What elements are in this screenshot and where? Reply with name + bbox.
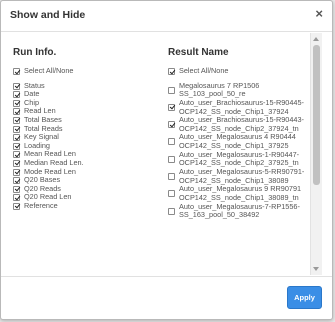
result-name-item[interactable]: Auto_user_Megalosaurus 4 R90444 OCP142_SS…	[168, 133, 320, 150]
checkbox-icon[interactable]	[13, 168, 20, 176]
checkbox-icon[interactable]	[168, 190, 175, 198]
result-name-item[interactable]: Auto_user_Megalosaurus-5-RR90791- OCP142_…	[168, 167, 320, 185]
checkbox-icon[interactable]	[13, 151, 20, 159]
checkbox-icon[interactable]	[168, 121, 175, 129]
checkbox-icon[interactable]	[13, 68, 20, 75]
scroll-up-arrow-icon[interactable]	[313, 37, 319, 41]
result-name-item-label: Auto_user_Megalosaurus-5-RR90791- OCP142_…	[179, 167, 304, 185]
result-name-list: Select All/None Megalosaurus 7 RP1506 SS_…	[168, 66, 320, 220]
apply-button[interactable]: Apply	[287, 286, 322, 309]
checkbox-icon[interactable]	[13, 82, 20, 90]
checkbox-icon[interactable]	[13, 116, 20, 124]
checkbox-icon[interactable]	[13, 202, 20, 210]
scroll-down-arrow-icon[interactable]	[313, 267, 319, 271]
checkbox-icon[interactable]	[168, 68, 175, 75]
checkbox-icon[interactable]	[13, 134, 20, 142]
checkbox-icon[interactable]	[168, 138, 175, 146]
run-info-item[interactable]: Reference	[13, 200, 161, 211]
result-name-item[interactable]: Auto_user_Megalosaurus 9 RR90791 OCP142_S…	[168, 185, 320, 202]
checkbox-icon[interactable]	[13, 177, 20, 185]
checkbox-icon[interactable]	[168, 103, 175, 111]
checkbox-icon[interactable]	[13, 125, 20, 133]
result-name-item[interactable]: Auto_user_Megalosaurus-1-R90447- OCP142_S…	[168, 150, 320, 168]
checkbox-icon[interactable]	[168, 207, 175, 215]
checkbox-icon[interactable]	[168, 155, 175, 163]
select-all-label: Select All/None	[179, 66, 229, 75]
scrollbar-thumb[interactable]	[313, 45, 320, 185]
show-hide-dialog: Show and Hide × Run Info. Result Name Se…	[0, 0, 333, 320]
dialog-header: Show and Hide ×	[1, 1, 332, 32]
result-name-item[interactable]: Megalosaurus 7 RP1506 SS_103_pool_50_re	[168, 81, 320, 99]
result-name-title: Result Name	[168, 47, 229, 58]
result-name-item[interactable]: Auto_user_Brachiosaurus-15-R90445- OCP142…	[168, 98, 320, 116]
dialog-title: Show and Hide	[10, 9, 86, 21]
checkbox-icon[interactable]	[168, 173, 175, 181]
result-name-item[interactable]: Auto_user_Megalosaurus-7-RP1556- SS_163_p…	[168, 202, 320, 220]
run-info-list: Select All/None Status Date Chip Read Len To…	[13, 66, 161, 211]
result-name-item-label: Auto_user_Brachiosaurus-15-R90443- OCP142…	[179, 115, 304, 133]
result-name-item-label: Auto_user_Megalosaurus 9 RR90791 OCP142_S…	[179, 185, 301, 202]
result-name-select-all[interactable]: Select All/None	[168, 66, 320, 76]
result-name-item[interactable]: Auto_user_Brachiosaurus-15-R90443- OCP142…	[168, 115, 320, 133]
checkbox-icon[interactable]	[13, 99, 20, 107]
dialog-body: Run Info. Result Name Select All/None St…	[1, 33, 322, 275]
checkbox-icon[interactable]	[13, 91, 20, 99]
select-all-label: Select All/None	[24, 66, 74, 75]
result-name-line-2: SS_163_pool_50_38492	[179, 210, 260, 220]
checkbox-icon[interactable]	[13, 185, 20, 193]
close-icon[interactable]: ×	[315, 7, 323, 21]
dialog-footer: Apply	[1, 276, 332, 319]
result-name-item-label: Auto_user_Megalosaurus-7-RP1556- SS_163_p…	[179, 202, 300, 220]
vertical-scrollbar[interactable]	[310, 33, 322, 275]
checkbox-icon[interactable]	[13, 108, 20, 116]
run-info-select-all[interactable]: Select All/None	[13, 66, 161, 76]
checkbox-icon[interactable]	[13, 194, 20, 202]
result-name-item-label: Megalosaurus 7 RP1506 SS_103_pool_50_re	[179, 81, 259, 99]
run-info-item-label: Reference	[24, 200, 58, 210]
result-name-item-label: Auto_user_Megalosaurus 4 R90444 OCP142_SS…	[179, 133, 296, 150]
result-name-item-label: Auto_user_Megalosaurus-1-R90447- OCP142_S…	[179, 150, 299, 168]
run-info-title: Run Info.	[13, 47, 57, 58]
result-name-item-label: Auto_user_Brachiosaurus-15-R90445- OCP142…	[179, 98, 304, 116]
checkbox-icon[interactable]	[168, 86, 175, 94]
checkbox-icon[interactable]	[13, 142, 20, 150]
checkbox-icon[interactable]	[13, 159, 20, 167]
